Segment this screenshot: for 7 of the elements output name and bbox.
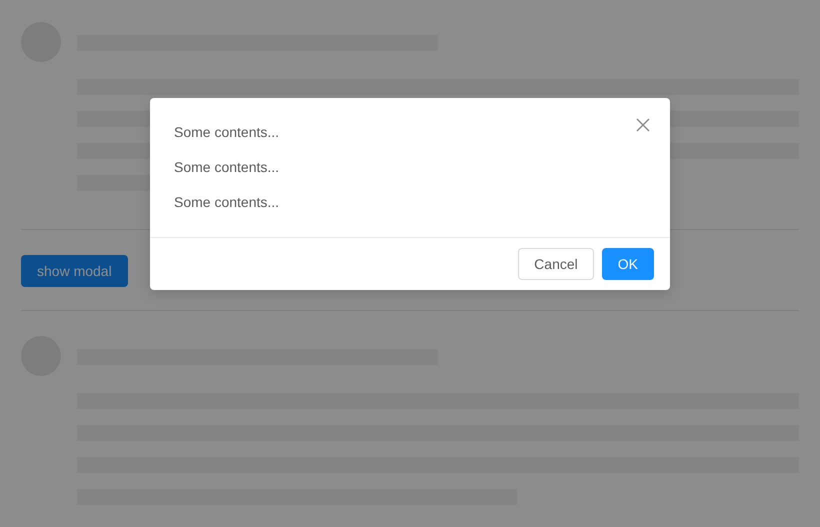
modal-content-text: Some contents... — [174, 158, 280, 177]
cancel-button[interactable]: Cancel — [518, 248, 594, 280]
show-modal-button[interactable]: show modal — [21, 255, 128, 287]
modal-content-text: Some contents... — [174, 123, 280, 142]
ok-button[interactable]: OK — [602, 248, 654, 280]
modal-content-text: Some contents... — [174, 193, 280, 212]
close-icon[interactable] — [636, 118, 650, 132]
